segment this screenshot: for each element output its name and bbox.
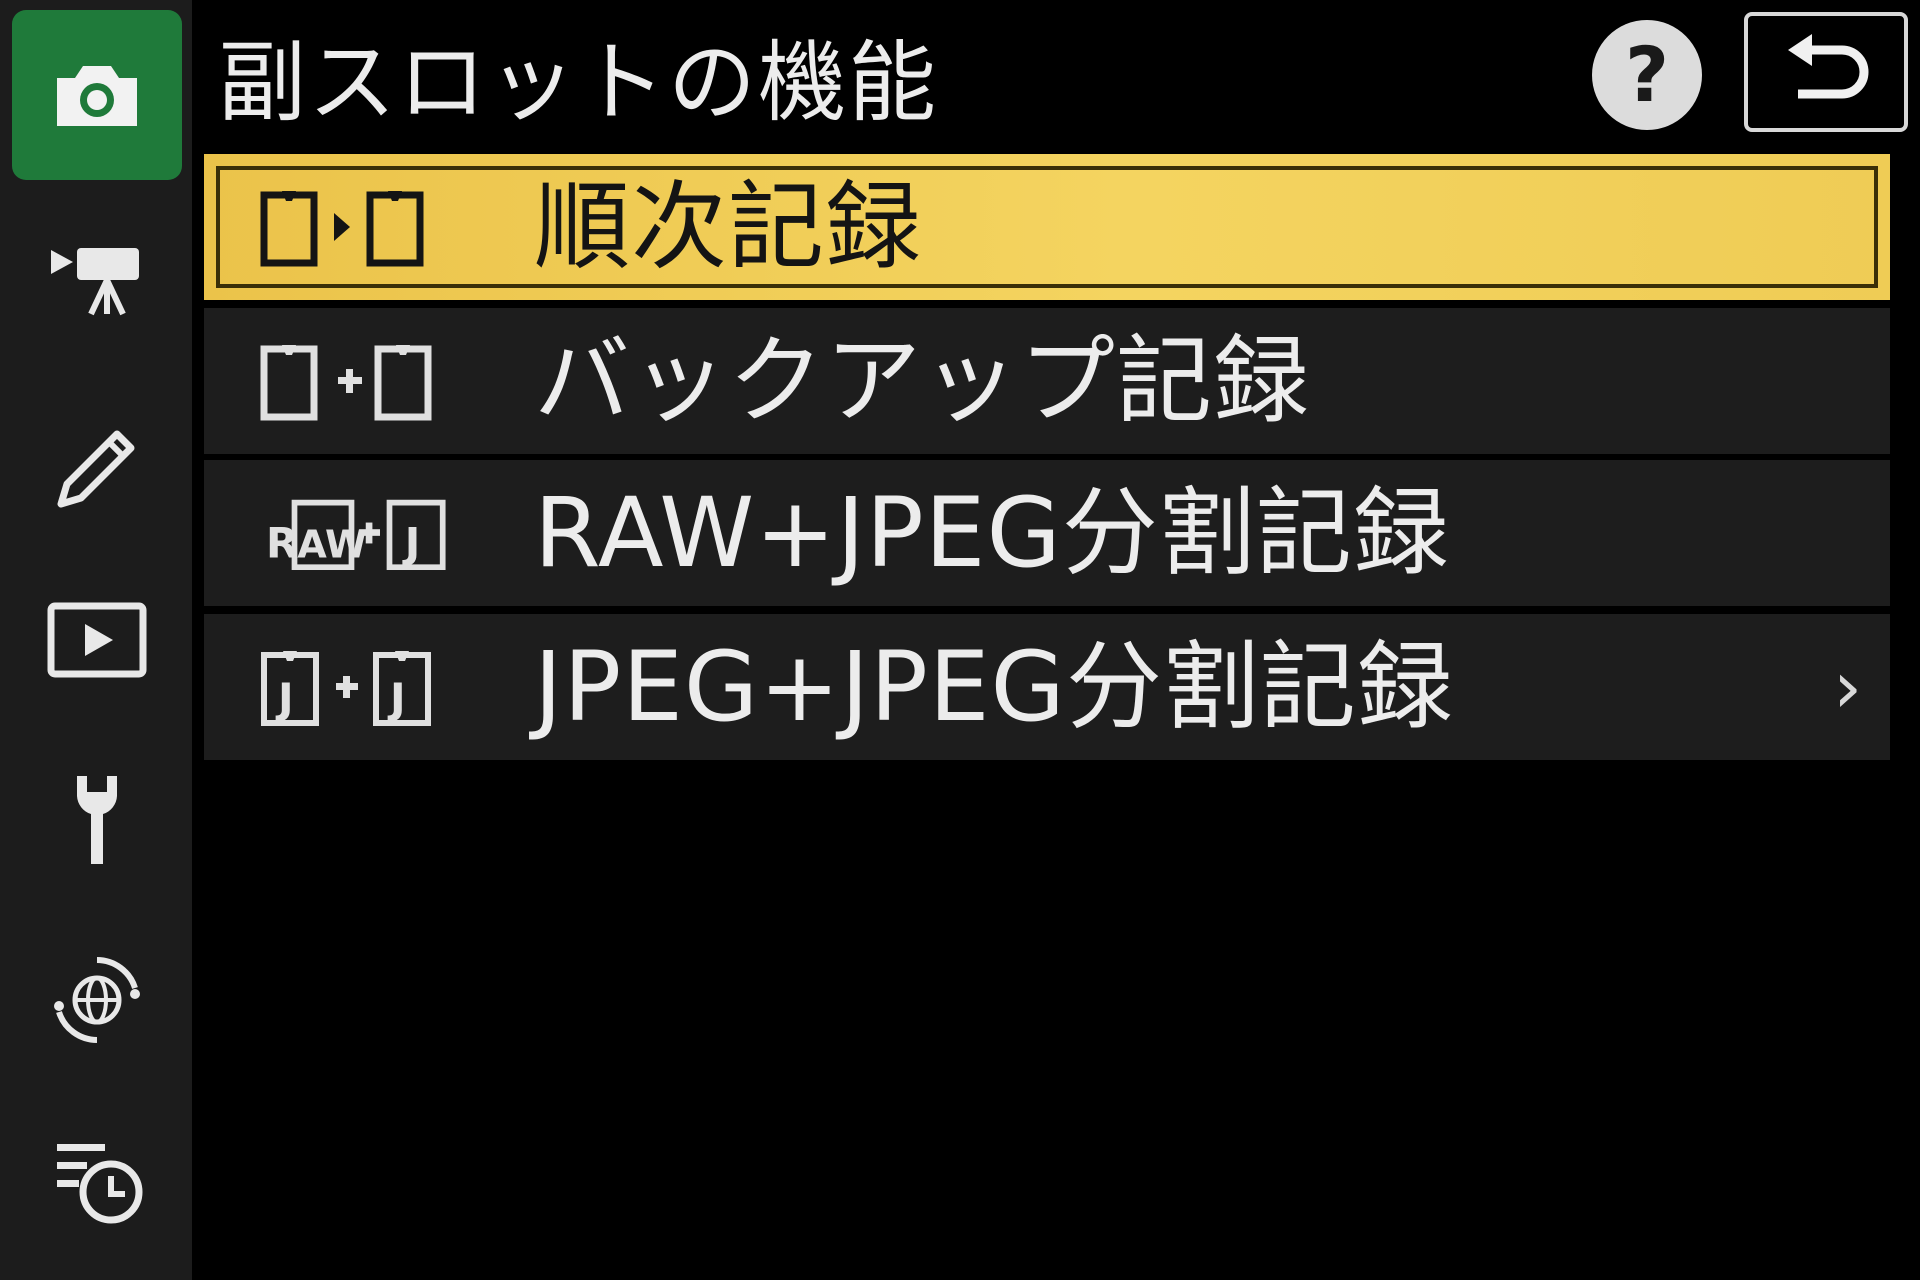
menu-item-label: バックアップ記録 [534,325,1310,437]
menu-item-label: 順次記録 [534,171,922,283]
help-button[interactable]: ? [1592,20,1702,130]
tab-recent-settings[interactable] [12,1095,182,1265]
camera-menu-screen: 副スロットの機能 ? 順次記録 バックアップ記録 R AW J RAW+JPEG… [0,0,1920,1280]
svg-text:J: J [402,519,421,568]
pencil-icon [57,430,135,508]
raw-jpeg-slot-icon: R AW J [266,460,456,606]
wrench-icon [77,776,117,864]
menu-item-backup[interactable]: バックアップ記録 [204,308,1890,454]
menu-item-jpeg-jpeg[interactable]: J J JPEG+JPEG分割記録 › [204,614,1890,760]
tab-setup[interactable] [12,735,182,905]
recent-settings-clock-icon [57,1144,143,1224]
tab-network[interactable] [12,915,182,1085]
overflow-slot-icon [260,154,450,300]
page-title: 副スロットの機能 [218,31,939,134]
chevron-right-icon: › [1833,645,1862,729]
movie-camera-icon [51,248,139,316]
menu-item-overflow[interactable]: 順次記録 [204,154,1890,300]
menu-item-raw-jpeg[interactable]: R AW J RAW+JPEG分割記録 [204,460,1890,606]
playback-icon [47,602,147,678]
back-button[interactable] [1744,12,1908,132]
svg-text:J: J [275,674,294,723]
camera-icon [57,66,137,126]
network-globe-icon [54,957,140,1043]
tab-custom-settings[interactable] [12,375,182,545]
tab-photo-shooting[interactable] [12,10,182,180]
return-arrow-icon [1788,34,1869,99]
jpeg-jpeg-slot-icon: J J [260,614,450,760]
svg-text:AW: AW [297,523,367,567]
sidebar [0,0,192,1280]
menu-item-label: RAW+JPEG分割記録 [534,477,1450,589]
selection-frame [216,166,1878,288]
tab-movie-shooting[interactable] [12,195,182,365]
backup-slot-icon [260,308,450,454]
svg-text:J: J [387,674,406,723]
tab-playback[interactable] [12,555,182,725]
menu-item-label: JPEG+JPEG分割記録 [534,631,1454,743]
